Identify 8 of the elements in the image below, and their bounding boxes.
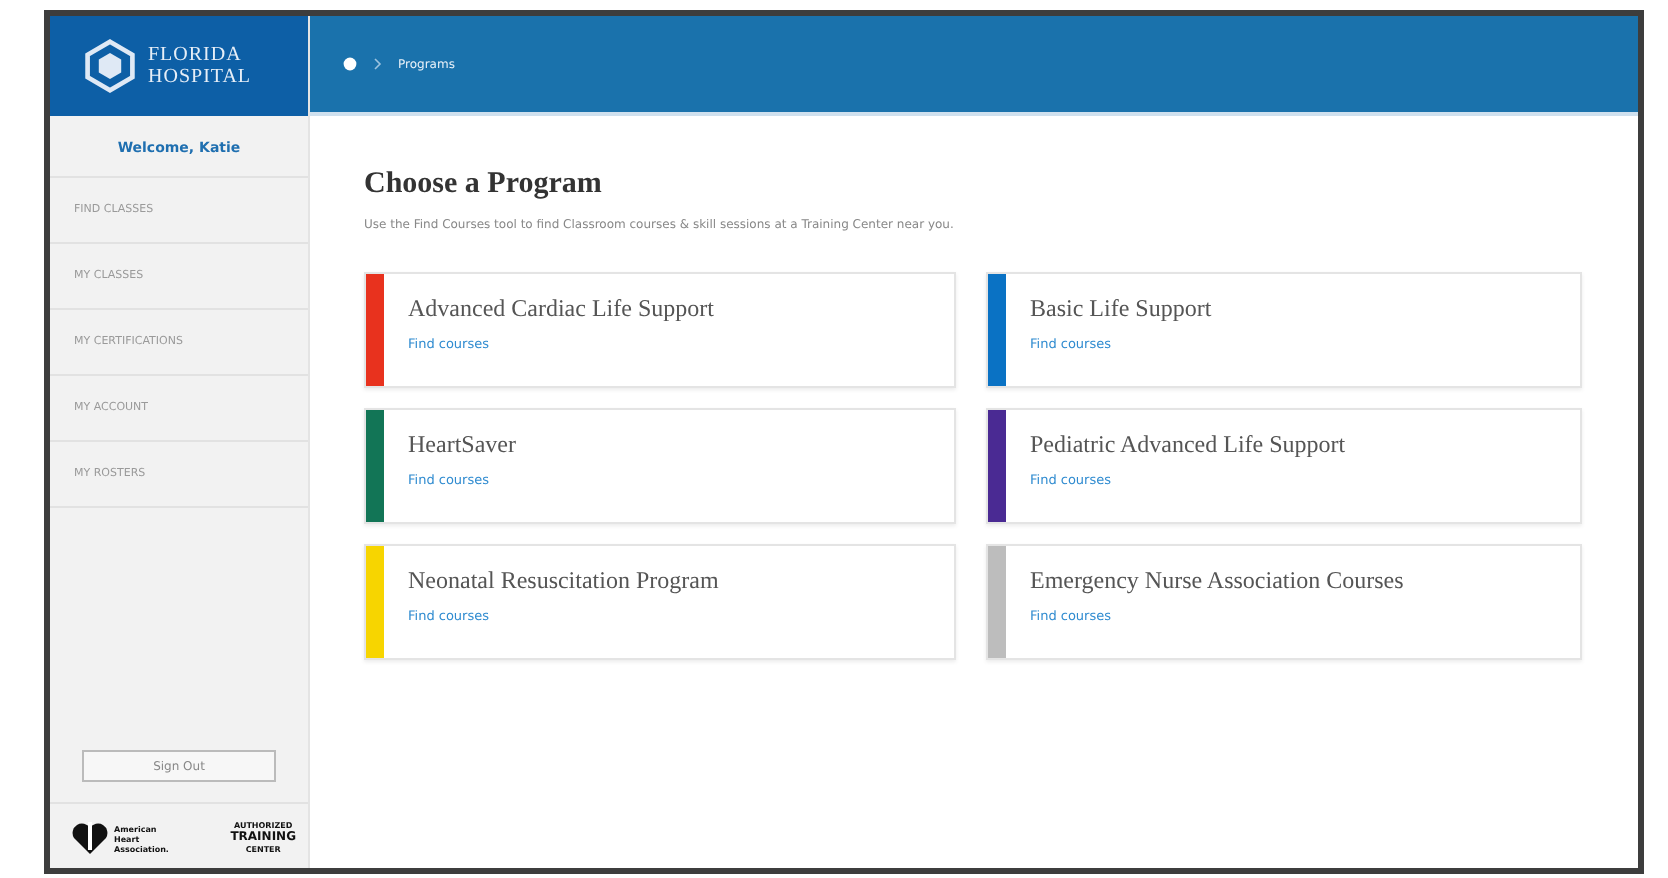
page-title: Choose a Program <box>364 168 604 202</box>
program-name: HeartSaver <box>408 430 516 460</box>
program-name: Emergency Nurse Association Courses <box>1030 566 1404 596</box>
program-name: Pediatric Advanced Life Support <box>1030 430 1346 460</box>
program-name: Advanced Cardiac Life Support <box>408 294 714 324</box>
program-name: Basic Life Support <box>1030 294 1212 324</box>
program-name: Neonatal Resuscitation Program <box>408 566 719 596</box>
logo-text: FLORIDA HOSPITAL <box>148 44 252 88</box>
